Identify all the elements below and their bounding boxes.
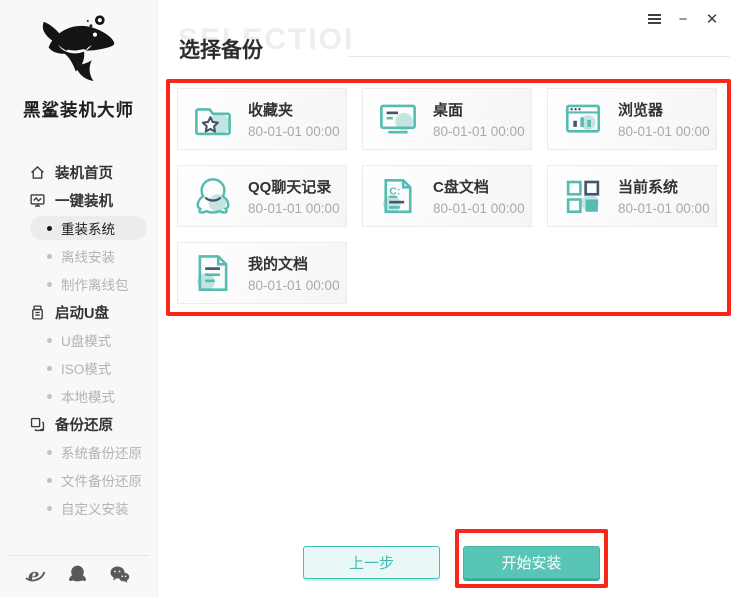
card-title: C盘文档 [433, 179, 489, 196]
app-name: 黑鲨装机大师 [23, 100, 134, 120]
card-date: 80-01-01 00:00 [433, 201, 525, 216]
card-date: 80-01-01 00:00 [618, 124, 710, 139]
app-logo [0, 0, 157, 95]
sidebar-menu: 装机首页 一键装机 重装系统 离线安装 制作离线包 启动U盘 U盘模式 ISO模… [0, 158, 157, 522]
card-title: 桌面 [433, 102, 464, 119]
sidebar-item-backup-restore[interactable]: 备份还原 [0, 410, 157, 438]
close-icon[interactable]: ✕ [704, 11, 720, 28]
current-system-icon [562, 175, 604, 217]
card-date: 80-01-01 00:00 [433, 124, 525, 139]
sidebar-item-one-key-install[interactable]: 一键装机 [0, 186, 157, 214]
bullet-icon [47, 505, 52, 511]
bullet-icon [47, 281, 52, 287]
card-title: 收藏夹 [248, 102, 294, 119]
bullet-icon [47, 225, 52, 231]
usb-drive-icon [29, 304, 46, 321]
sidebar-item-system-backup-restore[interactable]: 系统备份还原 [0, 438, 157, 466]
bullet-icon [47, 477, 52, 483]
sidebar-item-offline-install[interactable]: 离线安装 [0, 242, 157, 270]
card-desktop[interactable]: 桌面 80-01-01 00:00 [362, 88, 532, 150]
card-browser[interactable]: 浏览器 80-01-01 00:00 [547, 88, 717, 150]
one-key-install-icon [29, 192, 46, 209]
sidebar-item-iso-mode[interactable]: ISO模式 [0, 354, 157, 382]
card-c-drive-docs[interactable]: C: C盘文档 80-01-01 00:00 [362, 165, 532, 227]
previous-step-button[interactable]: 上一步 [303, 546, 440, 579]
menu-icon[interactable] [646, 11, 662, 27]
card-my-documents[interactable]: 我的文档 80-01-01 00:00 [177, 242, 347, 304]
bullet-icon [47, 365, 52, 371]
qq-icon[interactable] [67, 564, 91, 588]
qq-penguin-icon [192, 175, 234, 217]
my-documents-icon [192, 252, 234, 294]
svg-text:C:: C: [389, 185, 400, 197]
bullet-icon [47, 337, 52, 343]
desktop-icon [377, 98, 419, 140]
card-title: 当前系统 [618, 179, 679, 196]
sidebar-item-boot-usb[interactable]: 启动U盘 [0, 298, 157, 326]
page-title: 选择备份 [179, 39, 263, 62]
svg-text:e: e [28, 565, 39, 586]
card-date: 80-01-01 00:00 [248, 201, 340, 216]
sidebar-footer: e [0, 564, 157, 588]
sidebar-item-reinstall-system[interactable]: 重装系统 [0, 214, 157, 242]
card-title: QQ聊天记录 [248, 179, 332, 196]
main-panel: − ✕ SELECTIOI 选择备份 收藏夹 80-01-01 00:00 桌面… [158, 0, 736, 597]
shark-logo-icon [42, 15, 114, 81]
sidebar-item-local-mode[interactable]: 本地模式 [0, 382, 157, 410]
start-install-button[interactable]: 开始安装 [463, 546, 600, 579]
c-drive-doc-icon: C: [377, 175, 419, 217]
backup-cards-grid: 收藏夹 80-01-01 00:00 桌面 80-01-01 00:00 浏览器… [177, 88, 717, 304]
wechat-icon[interactable] [109, 564, 133, 588]
sidebar-footer-divider [8, 555, 149, 556]
card-date: 80-01-01 00:00 [248, 278, 340, 293]
sidebar-item-usb-mode[interactable]: U盘模式 [0, 326, 157, 354]
backup-restore-icon [29, 416, 46, 433]
minimize-icon[interactable]: − [675, 11, 691, 28]
bullet-icon [47, 393, 52, 399]
title-divider [348, 56, 730, 57]
browser-icon [562, 98, 604, 140]
card-current-system[interactable]: 当前系统 80-01-01 00:00 [547, 165, 717, 227]
card-date: 80-01-01 00:00 [618, 201, 710, 216]
card-title: 浏览器 [618, 102, 664, 119]
sidebar: 黑鲨装机大师 装机首页 一键装机 重装系统 离线安装 制作离线包 启动U盘 U盘… [0, 0, 158, 597]
sidebar-item-custom-install[interactable]: 自定义安装 [0, 494, 157, 522]
ie-browser-icon[interactable]: e [24, 564, 48, 588]
card-date: 80-01-01 00:00 [248, 124, 340, 139]
window-controls: − ✕ [646, 11, 720, 28]
sidebar-item-install-home[interactable]: 装机首页 [0, 158, 157, 186]
card-title: 我的文档 [248, 256, 309, 273]
bullet-icon [47, 253, 52, 259]
home-icon [29, 164, 46, 181]
sidebar-item-make-offline-pack[interactable]: 制作离线包 [0, 270, 157, 298]
card-favorites[interactable]: 收藏夹 80-01-01 00:00 [177, 88, 347, 150]
folder-star-icon [192, 98, 234, 140]
bullet-icon [47, 449, 52, 455]
card-qq-chat-history[interactable]: QQ聊天记录 80-01-01 00:00 [177, 165, 347, 227]
sidebar-item-file-backup-restore[interactable]: 文件备份还原 [0, 466, 157, 494]
